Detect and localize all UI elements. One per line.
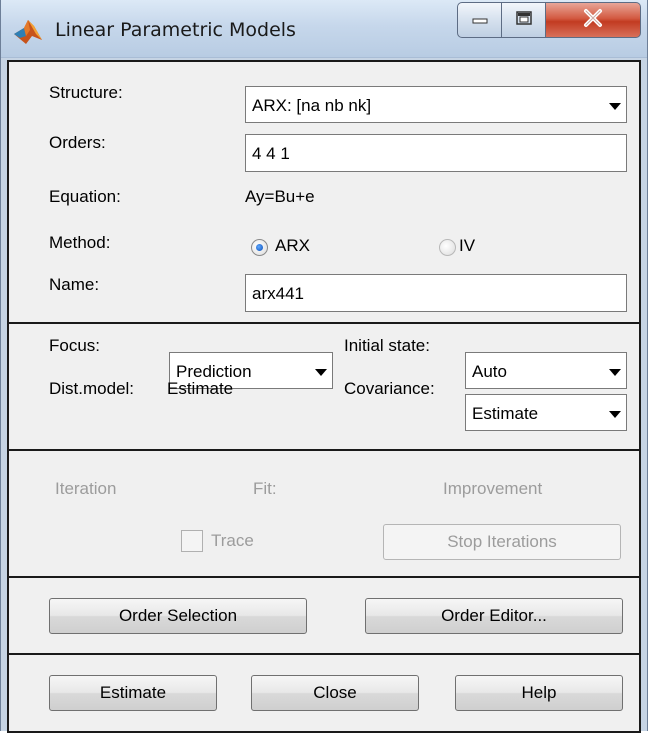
model-name-value: arx441	[252, 284, 304, 303]
window-title: Linear Parametric Models	[55, 19, 296, 41]
improvement-label: Improvement	[443, 479, 543, 498]
method-arx-label: ARX	[275, 236, 310, 255]
stop-iterations-button[interactable]: Stop Iterations	[383, 524, 621, 560]
close-icon	[582, 8, 604, 33]
structure-select[interactable]: ARX: [na nb nk]	[245, 86, 627, 123]
trace-label: Trace	[211, 531, 254, 550]
matlab-membrane-icon	[12, 16, 44, 46]
model-name-input[interactable]: arx441	[245, 274, 627, 312]
estimate-button[interactable]: Estimate	[49, 675, 217, 711]
chevron-down-icon	[602, 353, 626, 388]
initial-state-label: Initial state:	[344, 336, 430, 355]
maximize-button[interactable]	[502, 2, 546, 38]
chevron-down-icon	[602, 395, 626, 430]
chevron-down-icon	[308, 353, 332, 388]
equation-value: Ay=Bu+e	[245, 187, 315, 206]
iteration-label: Iteration	[55, 479, 117, 498]
method-iv-label: IV	[459, 236, 476, 255]
method-arx-radio[interactable]	[251, 239, 268, 256]
method-label: Method:	[49, 233, 111, 252]
orders-value: 4 4 1	[252, 144, 290, 163]
model-structure-panel: Structure: ARX: [na nb nk] Orders: 4 4 1…	[7, 60, 641, 322]
minimize-icon	[471, 10, 489, 30]
focus-label: Focus:	[49, 336, 101, 355]
actions-panel: Estimate Close Help	[7, 653, 641, 733]
estimation-options-panel: Focus: Prediction Initial state: Auto Di…	[7, 322, 641, 449]
orders-label: Orders:	[49, 133, 106, 152]
covariance-label: Covariance:	[344, 379, 435, 398]
covariance-value: Estimate	[472, 404, 539, 423]
window-controls	[457, 2, 641, 38]
orders-input[interactable]: 4 4 1	[245, 134, 627, 172]
close-window-button[interactable]	[546, 2, 641, 38]
structure-label: Structure:	[49, 83, 123, 102]
name-label: Name:	[49, 275, 100, 294]
order-panel: Order Selection Order Editor...	[7, 576, 641, 653]
covariance-select[interactable]: Estimate	[465, 394, 627, 431]
close-button[interactable]: Close	[251, 675, 419, 711]
initial-state-select[interactable]: Auto	[465, 352, 627, 389]
order-editor-button[interactable]: Order Editor...	[365, 598, 623, 634]
method-iv-radio[interactable]	[439, 239, 456, 256]
initial-state-value: Auto	[472, 362, 507, 381]
order-selection-button[interactable]: Order Selection	[49, 598, 307, 634]
minimize-button[interactable]	[457, 2, 502, 38]
chevron-down-icon	[602, 87, 626, 122]
dist-model-label: Dist.model:	[49, 379, 135, 398]
iteration-panel: Iteration Fit: Improvement Trace Stop It…	[7, 449, 641, 576]
maximize-icon	[515, 10, 533, 31]
trace-checkbox[interactable]	[181, 530, 203, 552]
equation-label: Equation:	[49, 187, 121, 206]
fit-label: Fit:	[253, 479, 277, 498]
dist-model-value: Estimate	[167, 379, 234, 398]
structure-value: ARX: [na nb nk]	[252, 96, 372, 115]
title-bar[interactable]: Linear Parametric Models	[1, 0, 647, 58]
linear-parametric-models-window: Linear Parametric Models Structure: ARX:…	[0, 0, 648, 733]
help-button[interactable]: Help	[455, 675, 623, 711]
